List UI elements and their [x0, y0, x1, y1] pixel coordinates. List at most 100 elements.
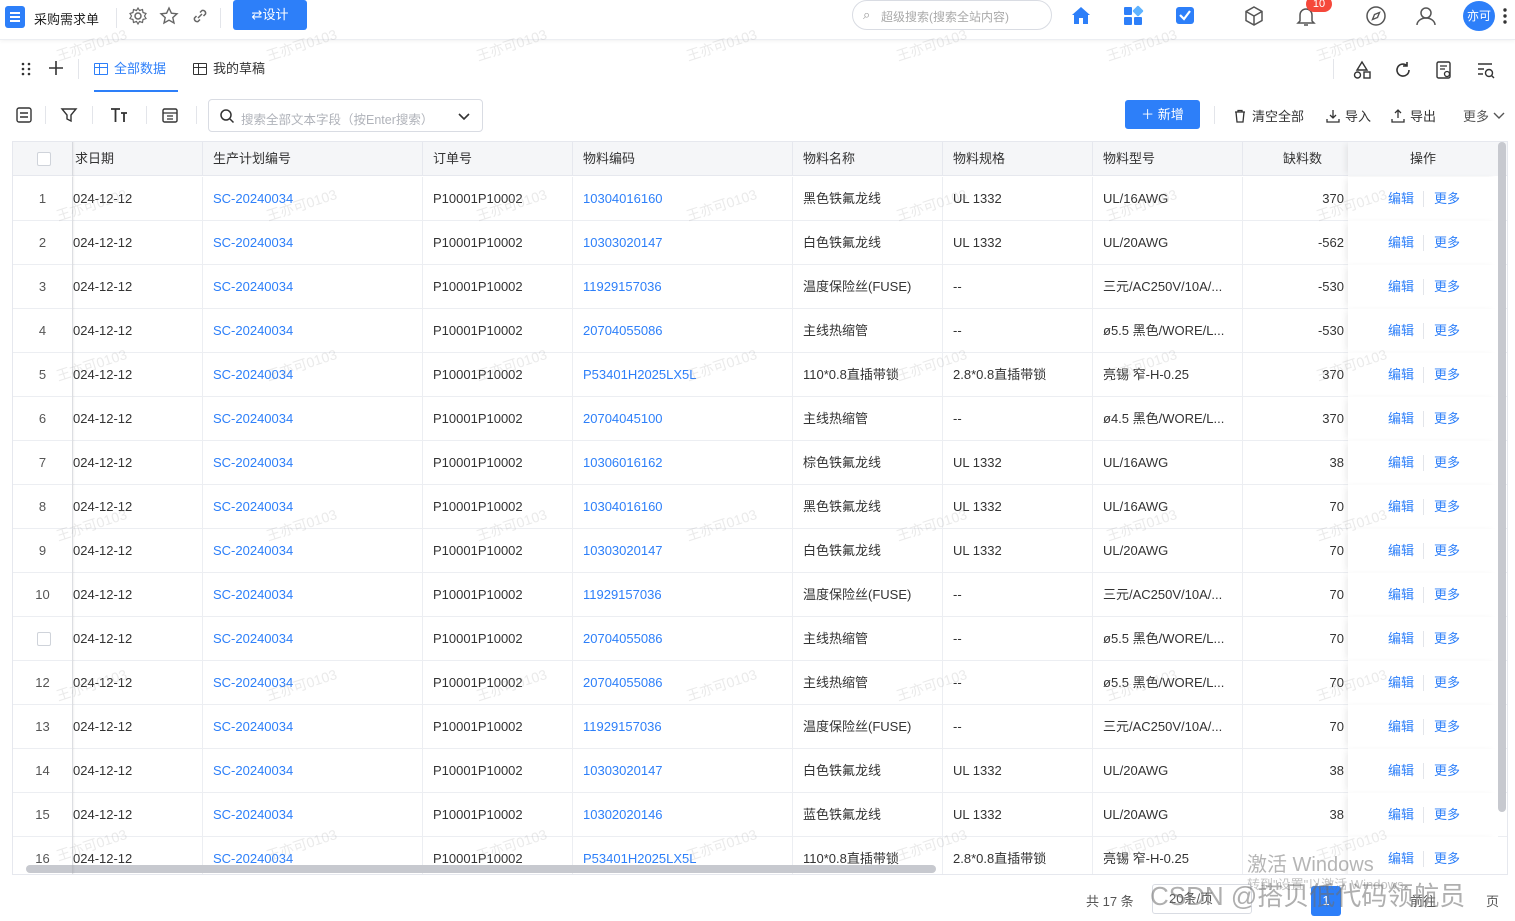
header-date[interactable]: 求日期: [73, 142, 203, 176]
more-menu-button[interactable]: 更多: [1463, 106, 1505, 125]
table-row[interactable]: 12 024-12-12 SC-20240034 P10001P10002 207040…: [13, 661, 1507, 705]
apps-icon[interactable]: [1122, 5, 1144, 27]
tab-my-drafts[interactable]: 我的草稿: [193, 46, 283, 92]
more-link[interactable]: 更多: [1434, 837, 1460, 874]
cell-plan-number-link[interactable]: SC-20240034: [203, 529, 423, 573]
cell-material-code-link[interactable]: 10302020146: [573, 793, 793, 837]
edit-link[interactable]: 编辑: [1388, 837, 1414, 874]
header-plan-number[interactable]: 生产计划编号: [203, 142, 423, 176]
cell-material-code-link[interactable]: 20704045100: [573, 397, 793, 441]
cell-material-code-link[interactable]: P53401H2025LX5L: [573, 353, 793, 397]
more-link[interactable]: 更多: [1434, 705, 1460, 749]
cell-plan-number-link[interactable]: SC-20240034: [203, 617, 423, 661]
text-size-icon[interactable]: [110, 106, 128, 124]
edit-link[interactable]: 编辑: [1388, 397, 1414, 441]
table-row[interactable]: 8 024-12-12 SC-20240034 P10001P10002 1030401…: [13, 485, 1507, 529]
more-link[interactable]: 更多: [1434, 749, 1460, 793]
avatar[interactable]: 亦可: [1463, 1, 1495, 31]
edit-link[interactable]: 编辑: [1388, 485, 1414, 529]
table-row[interactable]: 7 024-12-12 SC-20240034 P10001P10002 1030601…: [13, 441, 1507, 485]
edit-link[interactable]: 编辑: [1388, 441, 1414, 485]
cell-material-code-link[interactable]: 10303020147: [573, 529, 793, 573]
calendar-icon[interactable]: [161, 106, 179, 124]
edit-link[interactable]: 编辑: [1388, 309, 1414, 353]
table-search-input[interactable]: 搜索全部文本字段（按Enter搜索）: [208, 99, 483, 132]
more-link[interactable]: 更多: [1434, 353, 1460, 397]
more-link[interactable]: 更多: [1434, 265, 1460, 309]
table-row[interactable]: 15 024-12-12 SC-20240034 P10001P10002 103020…: [13, 793, 1507, 837]
drag-handle-icon[interactable]: [20, 62, 34, 76]
star-icon[interactable]: [159, 6, 179, 26]
filter-icon[interactable]: [60, 106, 78, 124]
header-material-model[interactable]: 物料型号: [1093, 142, 1243, 176]
compass-icon[interactable]: [1364, 4, 1388, 28]
cell-material-code-link[interactable]: 20704055086: [573, 617, 793, 661]
select-all-checkbox[interactable]: [37, 152, 51, 166]
cell-plan-number-link[interactable]: SC-20240034: [203, 177, 423, 221]
cell-plan-number-link[interactable]: SC-20240034: [203, 309, 423, 353]
cell-material-code-link[interactable]: 20704055086: [573, 661, 793, 705]
row-checkbox[interactable]: [37, 632, 51, 646]
gear-icon[interactable]: [128, 6, 148, 26]
cell-material-code-link[interactable]: 10304016160: [573, 485, 793, 529]
cell-plan-number-link[interactable]: SC-20240034: [203, 397, 423, 441]
design-button[interactable]: ⇄设计: [233, 0, 307, 30]
table-row[interactable]: 10 024-12-12 SC-20240034 P10001P10002 119291…: [13, 573, 1507, 617]
refresh-icon[interactable]: [1393, 60, 1413, 80]
shapes-icon[interactable]: [1352, 60, 1372, 80]
cell-plan-number-link[interactable]: SC-20240034: [203, 353, 423, 397]
more-link[interactable]: 更多: [1434, 617, 1460, 661]
table-row[interactable]: 9 024-12-12 SC-20240034 P10001P10002 1030302…: [13, 529, 1507, 573]
cell-material-code-link[interactable]: 10303020147: [573, 221, 793, 265]
table-row[interactable]: 6 024-12-12 SC-20240034 P10001P10002 2070404…: [13, 397, 1507, 441]
edit-link[interactable]: 编辑: [1388, 177, 1414, 221]
horizontal-scrollbar[interactable]: [26, 865, 936, 873]
link-icon[interactable]: [190, 6, 210, 26]
more-link[interactable]: 更多: [1434, 441, 1460, 485]
more-link[interactable]: 更多: [1434, 661, 1460, 705]
header-material-name[interactable]: 物料名称: [793, 142, 943, 176]
cell-material-code-link[interactable]: 10303020147: [573, 749, 793, 793]
more-link[interactable]: 更多: [1434, 397, 1460, 441]
list-search-icon[interactable]: [1476, 60, 1496, 80]
cell-plan-number-link[interactable]: SC-20240034: [203, 661, 423, 705]
report-icon[interactable]: [1434, 60, 1454, 80]
edit-link[interactable]: 编辑: [1388, 529, 1414, 573]
vertical-scrollbar[interactable]: [1498, 142, 1506, 812]
more-link[interactable]: 更多: [1434, 793, 1460, 837]
more-link[interactable]: 更多: [1434, 309, 1460, 353]
cell-material-code-link[interactable]: 11929157036: [573, 573, 793, 617]
edit-link[interactable]: 编辑: [1388, 617, 1414, 661]
cell-material-code-link[interactable]: 11929157036: [573, 705, 793, 749]
add-view-icon[interactable]: [48, 60, 64, 76]
chevron-down-icon[interactable]: [457, 109, 471, 123]
cell-material-code-link[interactable]: 20704055086: [573, 309, 793, 353]
edit-link[interactable]: 编辑: [1388, 661, 1414, 705]
table-row[interactable]: 4 024-12-12 SC-20240034 P10001P10002 2070405…: [13, 309, 1507, 353]
kebab-menu-icon[interactable]: [1500, 6, 1510, 26]
header-order-number[interactable]: 订单号: [423, 142, 573, 176]
more-link[interactable]: 更多: [1434, 485, 1460, 529]
table-row[interactable]: 3 024-12-12 SC-20240034 P10001P10002 1192915…: [13, 265, 1507, 309]
cell-plan-number-link[interactable]: SC-20240034: [203, 705, 423, 749]
cube-icon[interactable]: [1242, 4, 1266, 28]
cell-material-code-link[interactable]: 10306016162: [573, 441, 793, 485]
table-row[interactable]: 5 024-12-12 SC-20240034 P10001P10002 P53401H…: [13, 353, 1507, 397]
edit-link[interactable]: 编辑: [1388, 793, 1414, 837]
cell-plan-number-link[interactable]: SC-20240034: [203, 221, 423, 265]
tab-all-data[interactable]: 全部数据: [94, 46, 178, 92]
table-row[interactable]: 14 024-12-12 SC-20240034 P10001P10002 103030…: [13, 749, 1507, 793]
edit-link[interactable]: 编辑: [1388, 265, 1414, 309]
view-settings-icon[interactable]: [15, 106, 33, 124]
cell-plan-number-link[interactable]: SC-20240034: [203, 441, 423, 485]
table-row[interactable]: 13 024-12-12 SC-20240034 P10001P10002 119291…: [13, 705, 1507, 749]
cell-plan-number-link[interactable]: SC-20240034: [203, 265, 423, 309]
table-row[interactable]: 1 024-12-12 SC-20240034 P10001P10002 1030401…: [13, 177, 1507, 221]
cell-plan-number-link[interactable]: SC-20240034: [203, 793, 423, 837]
more-link[interactable]: 更多: [1434, 529, 1460, 573]
more-link[interactable]: 更多: [1434, 177, 1460, 221]
more-link[interactable]: 更多: [1434, 221, 1460, 265]
edit-link[interactable]: 编辑: [1388, 705, 1414, 749]
edit-link[interactable]: 编辑: [1388, 749, 1414, 793]
global-search-input[interactable]: ⌕ 超级搜索(搜索全站内容): [852, 0, 1052, 30]
